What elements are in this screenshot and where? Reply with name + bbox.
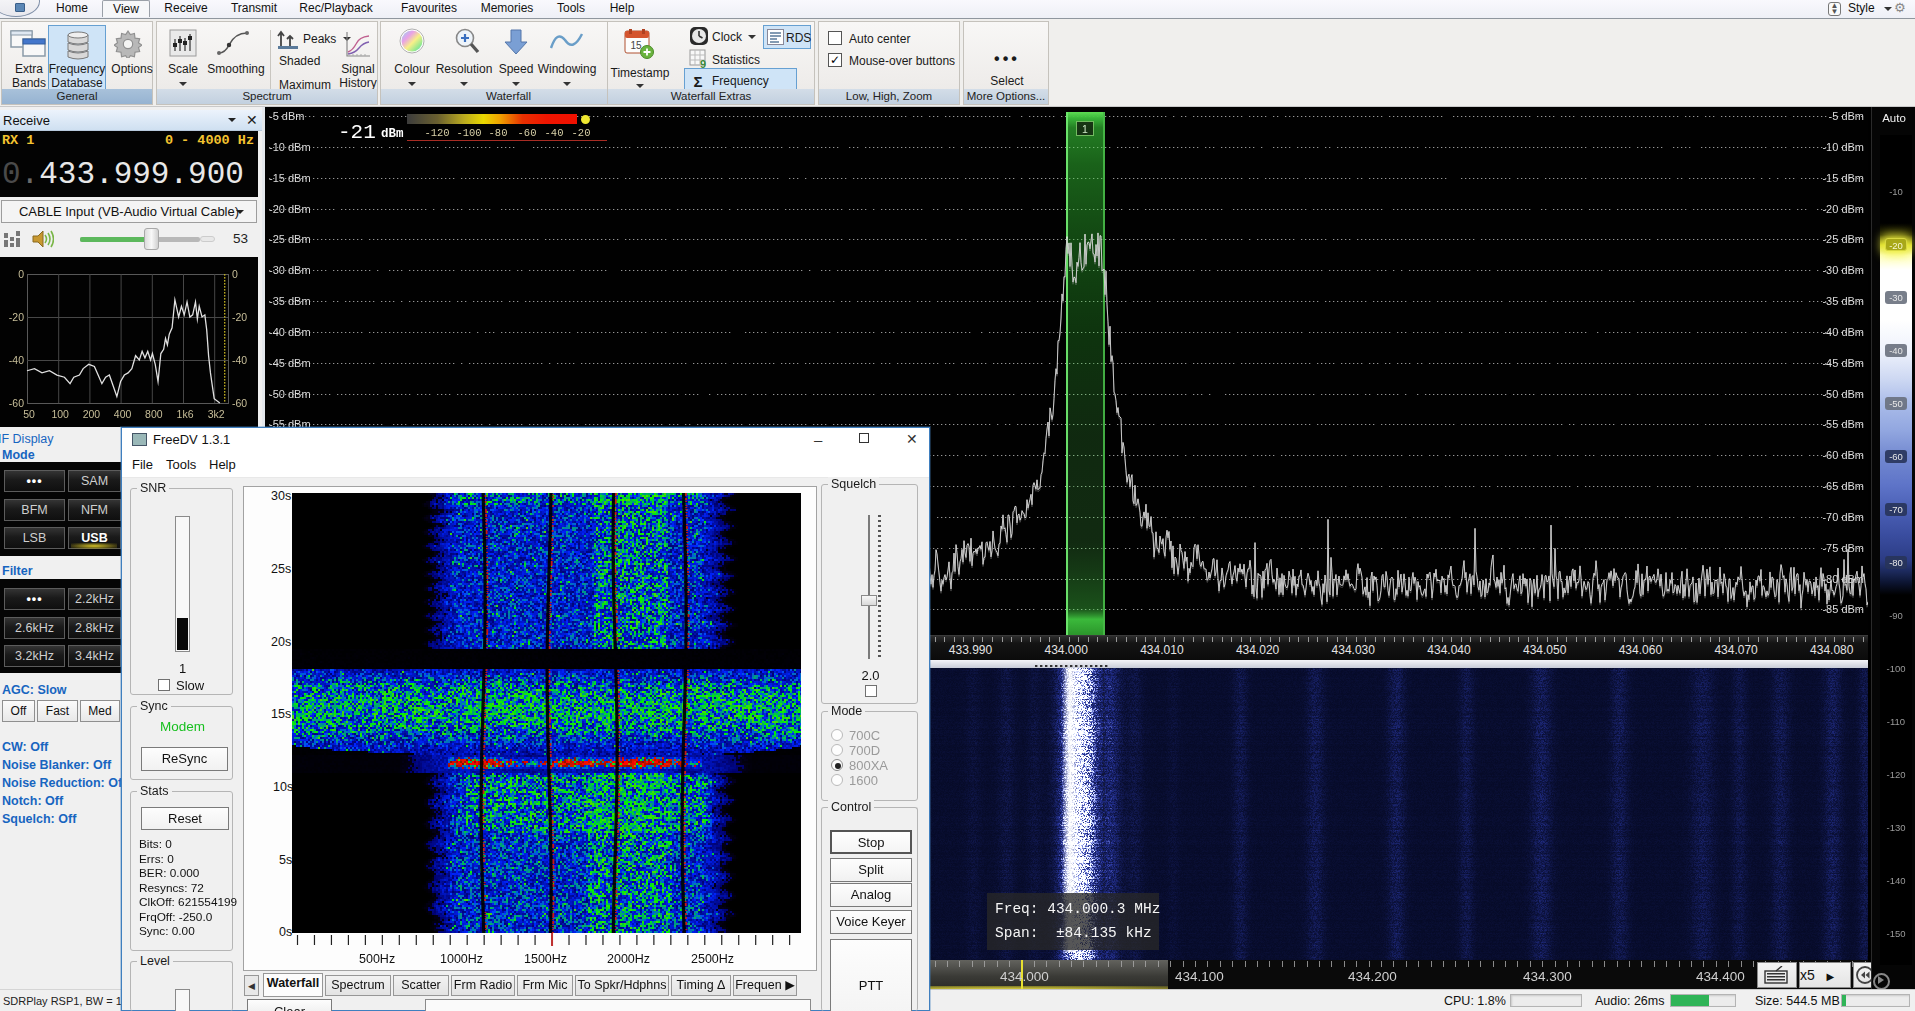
- svg-text:15: 15: [630, 40, 642, 51]
